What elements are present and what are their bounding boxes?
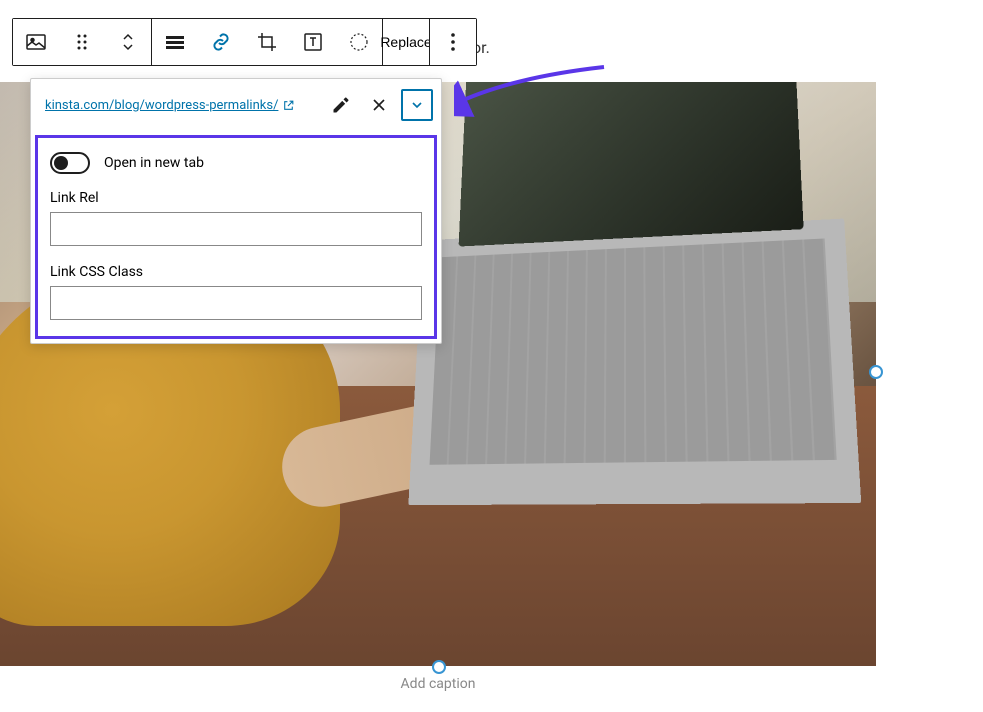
- open-new-tab-toggle[interactable]: [50, 152, 90, 174]
- resize-handle-right[interactable]: [869, 365, 883, 379]
- chevron-down-icon: [409, 97, 425, 113]
- block-type-button[interactable]: [13, 19, 59, 65]
- image-content: [408, 219, 861, 506]
- move-icon: [116, 30, 140, 54]
- edit-link-button[interactable]: [325, 89, 357, 121]
- crop-icon: [255, 30, 279, 54]
- align-button[interactable]: [152, 19, 198, 65]
- link-rel-input[interactable]: [50, 212, 422, 246]
- link-icon: [209, 30, 233, 54]
- link-settings-panel: Open in new tab Link Rel Link CSS Class: [35, 135, 437, 339]
- link-display-row: kinsta.com/blog/wordpress-permalinks/: [31, 79, 441, 131]
- duotone-icon: [347, 30, 371, 54]
- block-toolbar: Replace: [12, 18, 477, 66]
- link-popover: kinsta.com/blog/wordpress-permalinks/ Op…: [30, 78, 442, 344]
- link-css-class-input[interactable]: [50, 286, 422, 320]
- replace-button[interactable]: Replace: [383, 19, 429, 65]
- drag-icon: [70, 30, 94, 54]
- external-link-icon: [282, 99, 295, 112]
- image-icon: [24, 30, 48, 54]
- link-rel-label: Link Rel: [50, 190, 422, 206]
- open-new-tab-label: Open in new tab: [104, 155, 204, 171]
- remove-link-button[interactable]: [363, 89, 395, 121]
- text-overlay-button[interactable]: [290, 19, 336, 65]
- link-url-text: kinsta.com/blog/wordpress-permalinks/: [45, 98, 278, 113]
- text-overlay-icon: [301, 30, 325, 54]
- duotone-button[interactable]: [336, 19, 382, 65]
- link-button[interactable]: [198, 19, 244, 65]
- crop-button[interactable]: [244, 19, 290, 65]
- close-icon: [369, 95, 389, 115]
- caption-input[interactable]: Add caption: [0, 676, 876, 692]
- link-url[interactable]: kinsta.com/blog/wordpress-permalinks/: [45, 98, 319, 113]
- link-css-class-label: Link CSS Class: [50, 264, 422, 280]
- toggle-knob: [54, 156, 68, 170]
- drag-button[interactable]: [59, 19, 105, 65]
- move-button[interactable]: [105, 19, 151, 65]
- more-options-button[interactable]: [430, 19, 476, 65]
- open-new-tab-row: Open in new tab: [50, 152, 422, 174]
- link-settings-toggle[interactable]: [401, 89, 433, 121]
- pencil-icon: [331, 95, 351, 115]
- align-icon: [163, 30, 187, 54]
- resize-handle-bottom[interactable]: [432, 660, 446, 674]
- more-icon: [441, 30, 465, 54]
